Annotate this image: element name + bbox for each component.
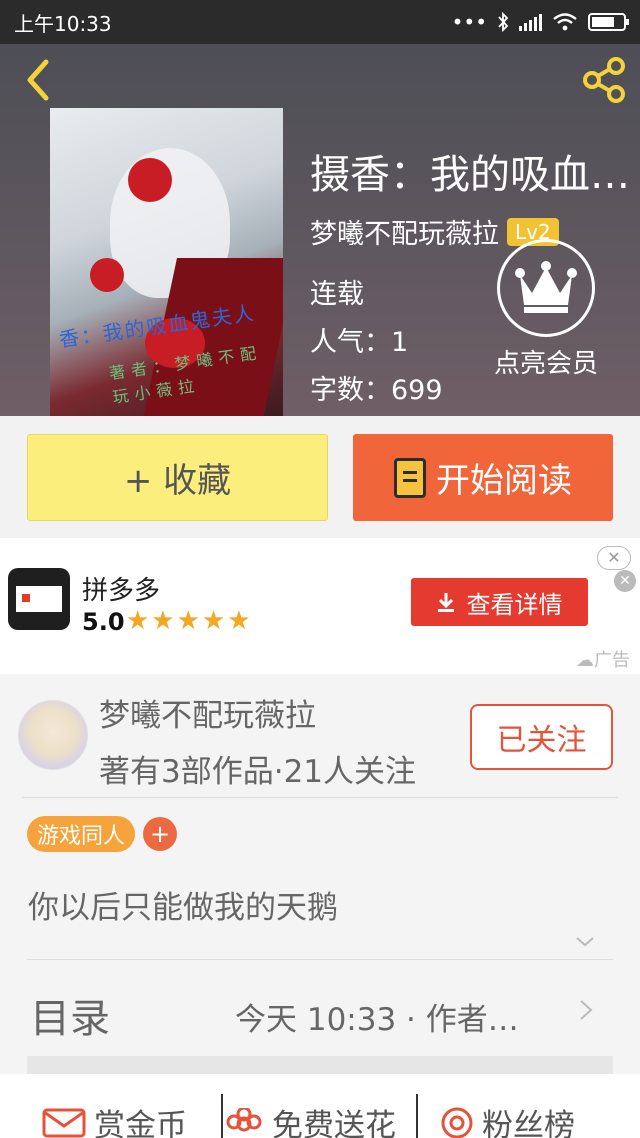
book-author[interactable]: 梦曦不配玩薇拉 <box>310 212 499 251</box>
book-popularity: 人气：1 <box>310 327 409 358</box>
table-of-contents-row[interactable]: 目录 今天 10:33 · 作者… <box>0 960 640 1056</box>
book-header: 香：我的吸血鬼夫人 著者：梦曦不配玩小薇拉 摄香：我的吸血… 梦曦不配玩薇拉 L… <box>0 44 640 416</box>
send-flower-button[interactable]: 免费送花 <box>224 1100 396 1138</box>
ad-rating: 5.0 <box>82 608 125 636</box>
divider <box>22 797 618 798</box>
bluetooth-icon <box>498 12 509 32</box>
ad-banner[interactable]: 拼多多 5.0 ★★★★★ 查看详情 ✕ ✕ ☁广告 <box>0 538 640 674</box>
share-icon[interactable] <box>580 56 628 104</box>
reward-coins-label: 赏金币 <box>94 1108 187 1138</box>
target-icon <box>441 1107 473 1138</box>
ad-app-name: 拼多多 <box>82 576 161 606</box>
start-reading-label: 开始阅读 <box>436 461 572 501</box>
send-flower-label: 免费送花 <box>272 1108 396 1138</box>
download-icon <box>437 593 454 612</box>
book-word-count: 字数：699 <box>310 375 443 406</box>
book-state: 连载 <box>310 279 364 310</box>
section-separator <box>27 1056 613 1074</box>
chevron-down-icon[interactable] <box>575 932 595 952</box>
follow-button[interactable]: 已关注 <box>470 704 613 770</box>
star-rating-icon: ★★★★★ <box>126 606 253 636</box>
more-dots-icon: ••• <box>451 10 487 34</box>
reward-coins-button[interactable]: 赏金币 <box>42 1100 187 1138</box>
battery-icon <box>588 13 629 31</box>
author-name: 梦曦不配玩薇拉 <box>99 698 316 734</box>
book-icon <box>394 457 426 498</box>
ad-details-button[interactable]: 查看详情 <box>411 578 588 626</box>
wifi-icon <box>553 13 577 31</box>
status-icons: ••• <box>451 10 629 34</box>
tag-list: 游戏同人 + <box>27 816 178 852</box>
cloud-icon: ☁ <box>576 650 594 671</box>
ad-dismiss-icon[interactable]: ✕ <box>614 570 636 592</box>
ad-close-icon[interactable]: ✕ <box>597 546 631 570</box>
status-bar: 上午10:33 ••• <box>0 0 640 44</box>
collect-button[interactable]: + 收藏 <box>27 434 328 521</box>
toc-latest-update: 今天 10:33 · 作者… <box>235 1002 519 1038</box>
author-stats: 著有3部作品·21人关注 <box>99 754 417 790</box>
divider <box>221 1094 223 1138</box>
chevron-right-icon <box>580 1000 593 1020</box>
book-intro[interactable]: 你以后只能做我的天鹅 <box>28 882 338 927</box>
vip-label: 点亮会员 <box>493 349 598 379</box>
fans-ranking-label: 粉丝榜 <box>482 1108 575 1138</box>
divider <box>416 1094 418 1138</box>
book-cover[interactable]: 香：我的吸血鬼夫人 著者：梦曦不配玩小薇拉 <box>50 108 283 416</box>
status-time: 上午10:33 <box>14 11 112 36</box>
book-title: 摄香：我的吸血… <box>310 152 630 198</box>
add-tag-button[interactable]: + <box>143 817 178 851</box>
flower-icon <box>226 1107 262 1131</box>
app-logo-icon <box>8 568 70 630</box>
start-reading-button[interactable]: 开始阅读 <box>353 434 613 521</box>
toc-label: 目录 <box>30 996 110 1042</box>
interaction-bar: 赏金币 免费送花 粉丝榜 <box>0 1074 640 1138</box>
crown-icon <box>497 239 595 337</box>
ad-tag: ☁广告 <box>576 650 630 671</box>
fans-ranking-button[interactable]: 粉丝榜 <box>440 1100 575 1138</box>
tag-game-fanfic[interactable]: 游戏同人 <box>27 816 136 852</box>
ad-details-label: 查看详情 <box>466 590 563 619</box>
signal-icon <box>519 13 542 31</box>
action-bar: + 收藏 开始阅读 <box>0 416 640 538</box>
vip-button[interactable]: 点亮会员 <box>486 239 606 380</box>
envelope-icon <box>42 1108 86 1137</box>
back-arrow-icon[interactable] <box>18 56 58 104</box>
author-card[interactable]: 梦曦不配玩薇拉 著有3部作品·21人关注 已关注 <box>0 674 640 798</box>
avatar[interactable] <box>18 700 88 770</box>
